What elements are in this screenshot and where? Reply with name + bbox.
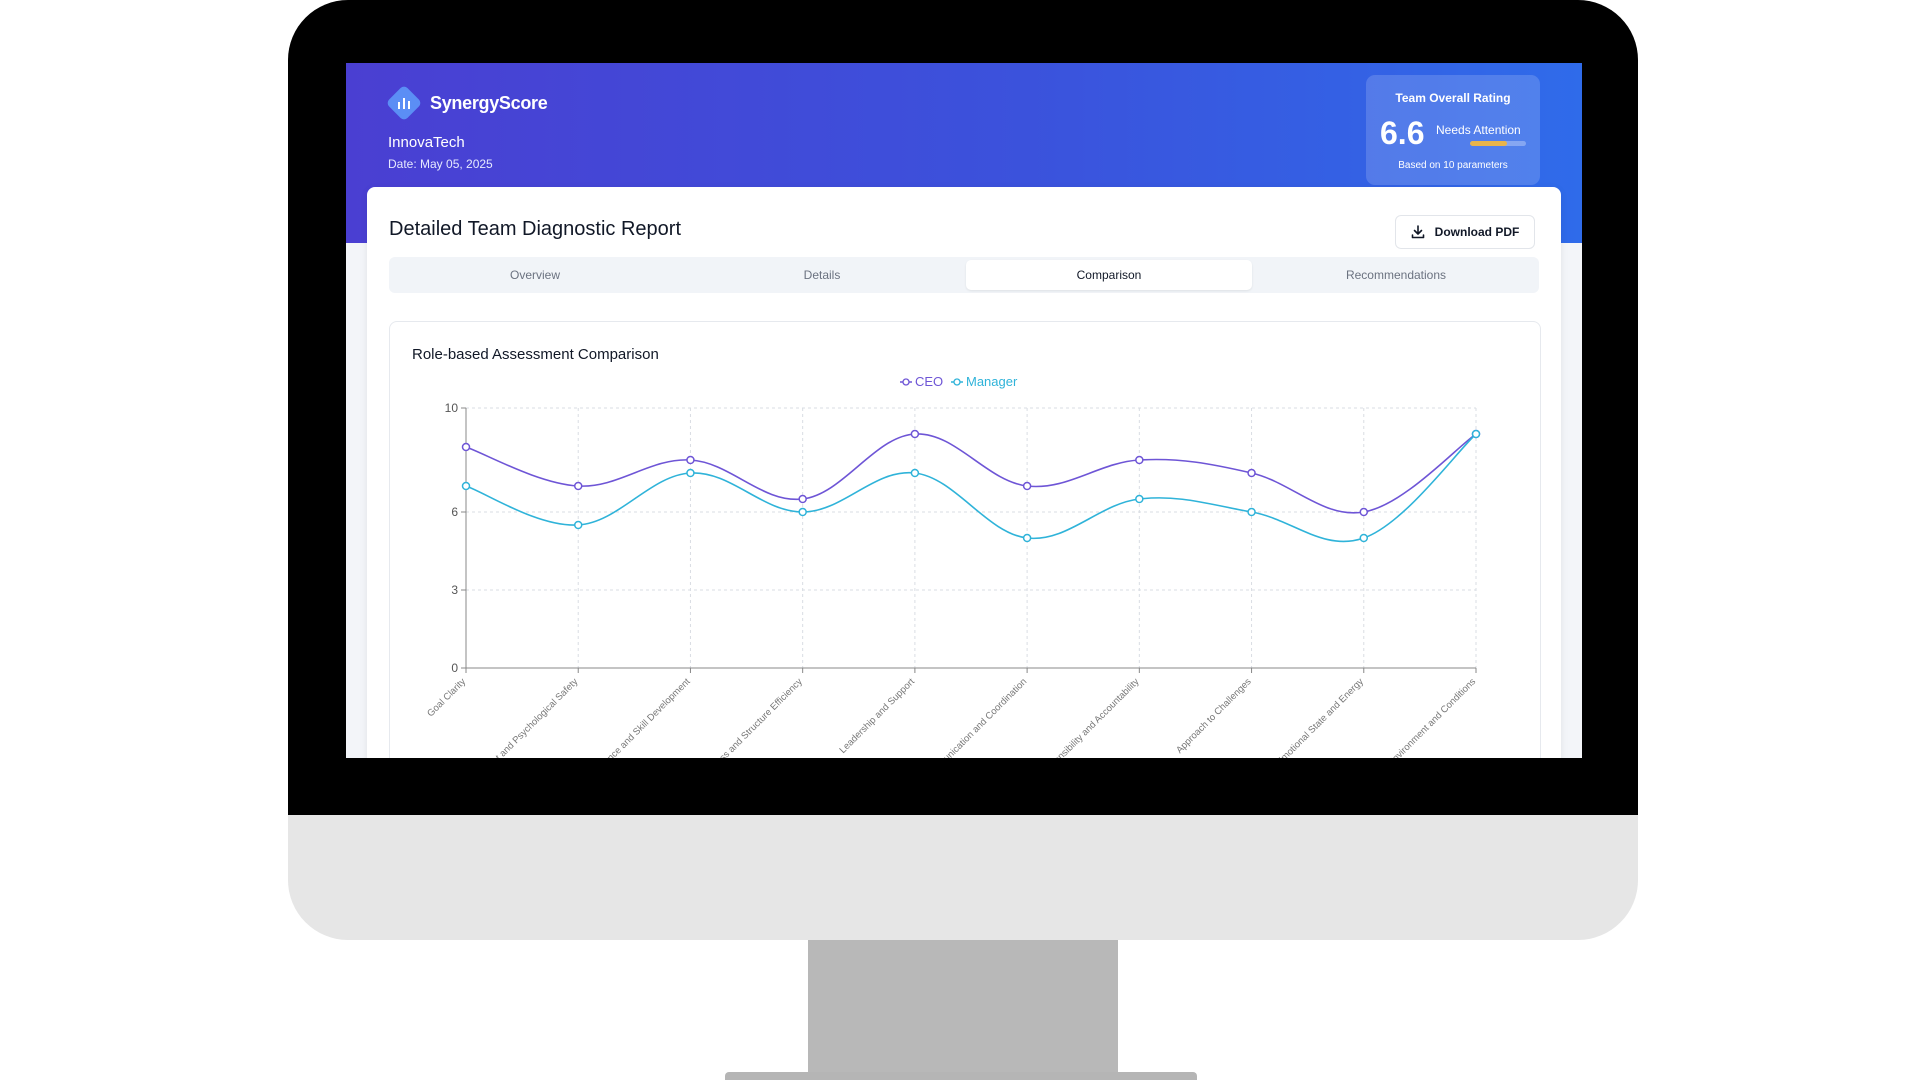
y-tick-label: 6: [451, 505, 458, 519]
legend-label: Manager: [966, 374, 1018, 389]
data-point-manager: [798, 507, 807, 517]
x-tick-label: Competence and Skill Development: [578, 676, 693, 758]
tab-label: Comparison: [1076, 268, 1142, 282]
tab-overview[interactable]: Overview: [392, 260, 678, 290]
data-point-manager: [1135, 494, 1144, 504]
rating-value: 6.6: [1380, 115, 1425, 151]
series-line-manager: [465, 433, 1477, 543]
x-tick-label: Leadership and Support: [838, 676, 918, 756]
report-tabs: Overview Details Comparison Recommendati…: [389, 257, 1539, 293]
data-point-manager: [1247, 507, 1256, 517]
data-point-manager: [1471, 429, 1481, 439]
company-name: InnovaTech: [388, 134, 465, 151]
legend-swatch-marker: [902, 378, 910, 386]
tab-comparison[interactable]: Comparison: [966, 260, 1252, 290]
app-screen: SynergyScore InnovaTech Date: May 05, 20…: [346, 63, 1582, 758]
x-tick-label: Process and Structure Efficiency: [700, 676, 805, 758]
x-tick-label: Work Environment and Conditions: [1369, 676, 1479, 758]
page-title: Detailed Team Diagnostic Report: [389, 218, 682, 240]
rating-note: Based on 10 parameters: [1398, 160, 1508, 171]
data-point-manager: [910, 468, 920, 478]
download-pdf-label: Download PDF: [1434, 225, 1520, 239]
data-point-manager: [1359, 533, 1369, 543]
tab-label: Recommendations: [1345, 268, 1447, 282]
download-icon: [1411, 225, 1424, 239]
monitor-base: [725, 1072, 1197, 1080]
monitor-stand: [808, 940, 1118, 1080]
x-tick-label: Trust and Psychological Safety: [481, 676, 581, 758]
rating-progress-fill: [1470, 141, 1507, 146]
data-point-ceo: [1135, 455, 1144, 465]
data-point-manager: [573, 520, 583, 530]
tab-label: Overview: [509, 268, 560, 282]
rating-title: Team Overall Rating: [1395, 91, 1511, 105]
data-point-manager: [686, 468, 695, 478]
tab-details[interactable]: Details: [679, 260, 965, 290]
legend-swatch-marker: [953, 378, 961, 386]
data-point-manager: [461, 481, 471, 491]
x-tick-label: Goal Clarity: [425, 676, 468, 719]
series-line-ceo: [465, 433, 1477, 514]
x-tick-label: Communication and Coordination: [922, 676, 1029, 758]
data-point-ceo: [1359, 507, 1369, 517]
report-date: Date: May 05, 2025: [388, 157, 493, 171]
tab-recommendations[interactable]: Recommendations: [1253, 260, 1539, 290]
y-tick-label: 10: [445, 401, 459, 415]
data-point-ceo: [1247, 468, 1256, 478]
legend-label: CEO: [915, 374, 943, 389]
download-pdf-button[interactable]: Download PDF: [1395, 215, 1535, 249]
x-tick-label: Responsibility and Accountability: [1036, 676, 1141, 758]
bar-chart-icon: [385, 84, 423, 122]
data-point-ceo: [1022, 481, 1032, 491]
data-point-ceo: [686, 455, 695, 465]
comparison-chart-card: Role-based Assessment Comparison 0 3 6 10 Go…: [389, 321, 1541, 758]
tab-label: Details: [803, 268, 841, 282]
x-tick-label: Approach to Challenges: [1174, 676, 1254, 756]
data-point-ceo: [573, 481, 583, 491]
comparison-line-chart: 0 3 6 10 Goal Clarity Trust and Psychological…: [425, 374, 1481, 758]
y-tick-label: 0: [451, 661, 458, 675]
brand-name: SynergyScore: [430, 92, 548, 113]
y-tick-label: 3: [451, 583, 458, 597]
data-point-ceo: [461, 442, 471, 452]
x-tick-label: Emotional State and Energy: [1274, 676, 1366, 758]
data-point-ceo: [798, 494, 807, 504]
app-logo[interactable]: SynergyScore: [385, 84, 548, 122]
data-point-manager: [1022, 533, 1032, 543]
overall-rating-card: Team Overall Rating 6.6 Needs Attention …: [1366, 75, 1540, 185]
rating-status: Needs Attention: [1436, 123, 1521, 137]
report-panel: Detailed Team Diagnostic Report Download…: [367, 187, 1561, 758]
rating-progress-bar: [1470, 141, 1526, 146]
data-point-ceo: [910, 429, 920, 439]
